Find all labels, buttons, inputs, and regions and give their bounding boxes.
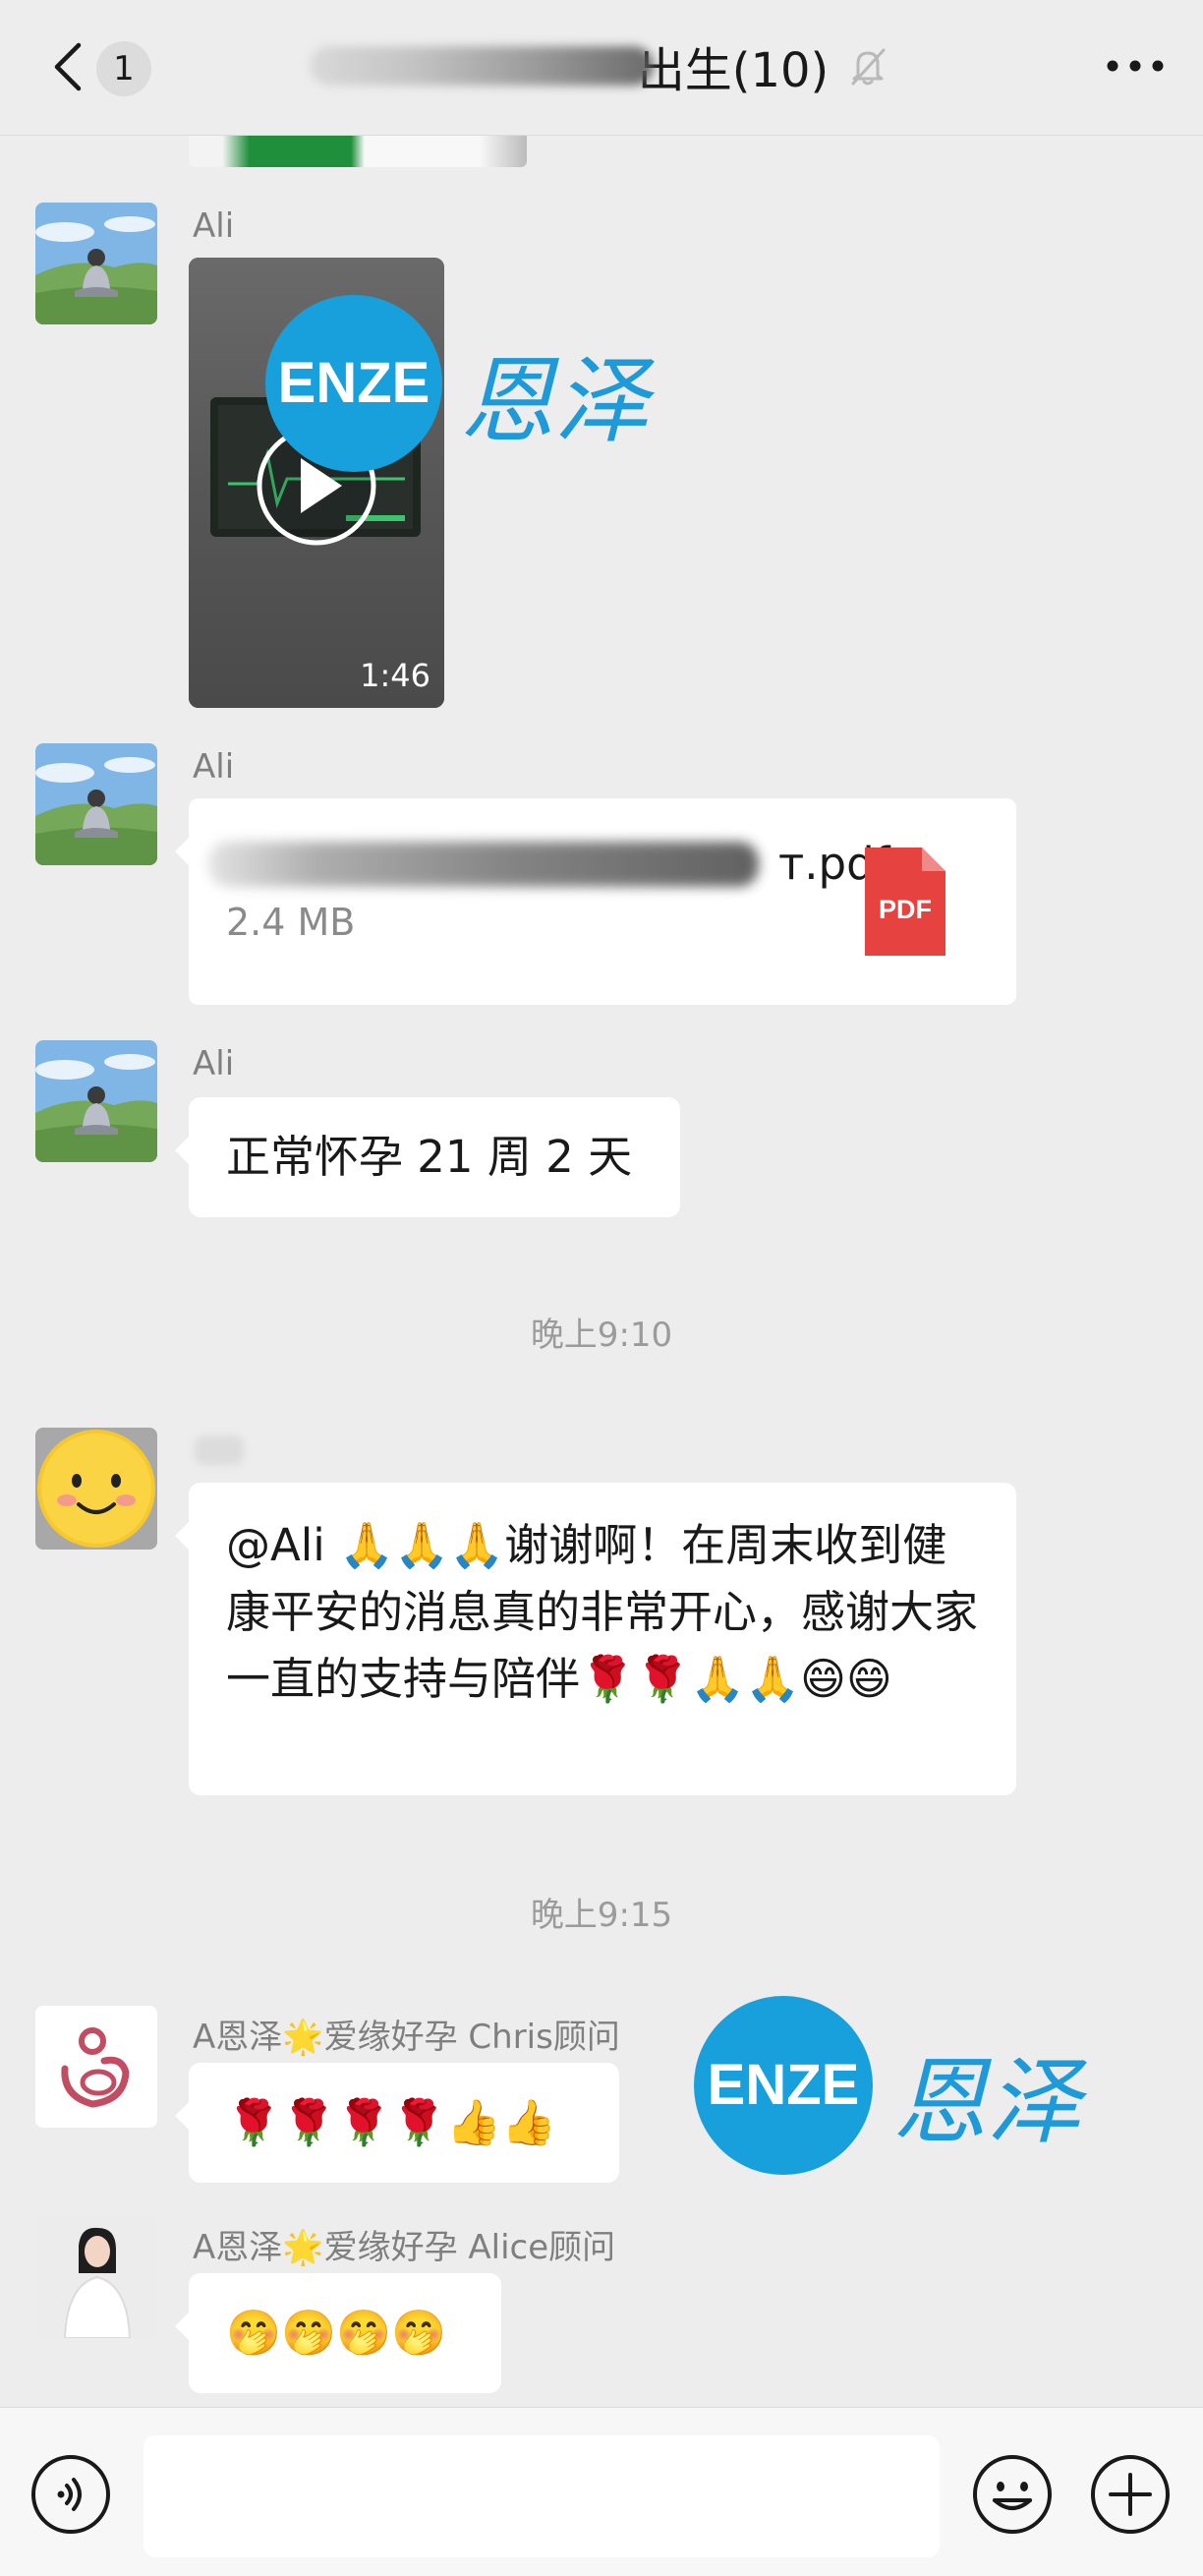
emoji-icon bbox=[973, 2455, 1052, 2534]
avatar-alice[interactable] bbox=[35, 2216, 157, 2338]
watermark-text: 恩泽 bbox=[892, 2047, 1081, 2157]
avatar-smiley[interactable] bbox=[35, 1428, 157, 1550]
blurred-sender-name bbox=[195, 1435, 244, 1465]
message-text-input[interactable] bbox=[143, 2435, 940, 2557]
pdf-label: PDF bbox=[879, 895, 932, 924]
avatar-ali[interactable] bbox=[35, 743, 157, 865]
video-thumbnail bbox=[189, 258, 444, 708]
video-duration: 1:46 bbox=[360, 657, 430, 694]
avatar-landscape-image bbox=[35, 1040, 157, 1162]
sender-name: Ali bbox=[193, 747, 235, 787]
video-message[interactable]: 1:46 bbox=[189, 258, 444, 708]
sender-name: Ali bbox=[193, 1044, 235, 1083]
mother-baby-logo-icon bbox=[35, 2006, 157, 2128]
previous-image-message[interactable] bbox=[189, 136, 527, 167]
watermark-logo: ENZE bbox=[694, 1996, 873, 2175]
emoji-message-bubble[interactable]: 🌹🌹🌹🌹👍👍 bbox=[175, 2063, 619, 2183]
pray-emojis: 🙏🙏🙏 bbox=[339, 1519, 505, 1571]
file-size: 2.4 MB bbox=[226, 901, 356, 944]
hand-over-mouth-emojis: 🤭🤭🤭🤭 bbox=[226, 2307, 447, 2359]
sender-name: A恩泽🌟爱缘好孕 Chris顾问 bbox=[193, 2018, 620, 2057]
watermark-text: 恩泽 bbox=[460, 346, 649, 456]
sender-name: Ali bbox=[193, 206, 235, 246]
chat-title-text: 出生(10) bbox=[637, 43, 830, 98]
avatar-landscape-image bbox=[35, 203, 157, 324]
back-button[interactable]: 1 bbox=[39, 28, 157, 106]
mention-ali[interactable]: @Ali bbox=[226, 1519, 325, 1571]
plus-icon bbox=[1091, 2455, 1170, 2534]
file-message-card[interactable]: т.pdf 2.4 MB PDF bbox=[175, 798, 1016, 1005]
more-functions-button[interactable] bbox=[1089, 2453, 1172, 2536]
emoji-message-bubble[interactable]: 🤭🤭🤭🤭 bbox=[175, 2273, 501, 2393]
pdf-file-icon: PDF bbox=[861, 844, 949, 960]
more-options-button[interactable] bbox=[1101, 41, 1170, 90]
chat-title: 出生(10) bbox=[295, 29, 904, 102]
avatar-ali[interactable] bbox=[35, 1040, 157, 1162]
smiley-face-icon bbox=[35, 1428, 157, 1550]
emoji-button[interactable] bbox=[971, 2453, 1054, 2536]
avatar-chris[interactable] bbox=[35, 2006, 157, 2128]
enze-watermark: ENZE 恩泽 bbox=[694, 1996, 1107, 2177]
avatar-ali[interactable] bbox=[35, 203, 157, 324]
chat-header: 1 出生(10) bbox=[0, 0, 1203, 136]
unread-count-badge: 1 bbox=[96, 41, 151, 96]
text-message-bubble[interactable]: 正常怀孕 21 周 2 天 bbox=[175, 1097, 680, 1217]
avatar-portrait-image bbox=[35, 2216, 157, 2338]
blurred-title-prefix bbox=[309, 46, 654, 86]
message-text: 正常怀孕 21 周 2 天 bbox=[226, 1131, 633, 1183]
message-input-bar bbox=[0, 2407, 1203, 2576]
reply-message-bubble[interactable]: @Ali 🙏🙏🙏谢谢啊！在周末收到健康平安的消息真的非常开心，感谢大家一直的支持… bbox=[175, 1483, 1016, 1795]
rose-thumbs-emojis: 🌹🌹🌹🌹👍👍 bbox=[226, 2096, 557, 2148]
message-timestamp: 晚上9:15 bbox=[530, 1896, 673, 1935]
avatar-landscape-image bbox=[35, 743, 157, 865]
message-timestamp: 晚上9:10 bbox=[530, 1316, 673, 1355]
voice-input-button[interactable] bbox=[29, 2453, 112, 2536]
bell-off-icon bbox=[851, 48, 886, 86]
emoji-suffix: 🌹🌹🙏🙏😄😄 bbox=[580, 1653, 892, 1705]
chevron-left-icon bbox=[54, 42, 82, 91]
voice-icon bbox=[31, 2455, 110, 2534]
sender-name: A恩泽🌟爱缘好孕 Alice顾问 bbox=[193, 2228, 616, 2267]
more-dots-icon bbox=[1107, 60, 1164, 72]
